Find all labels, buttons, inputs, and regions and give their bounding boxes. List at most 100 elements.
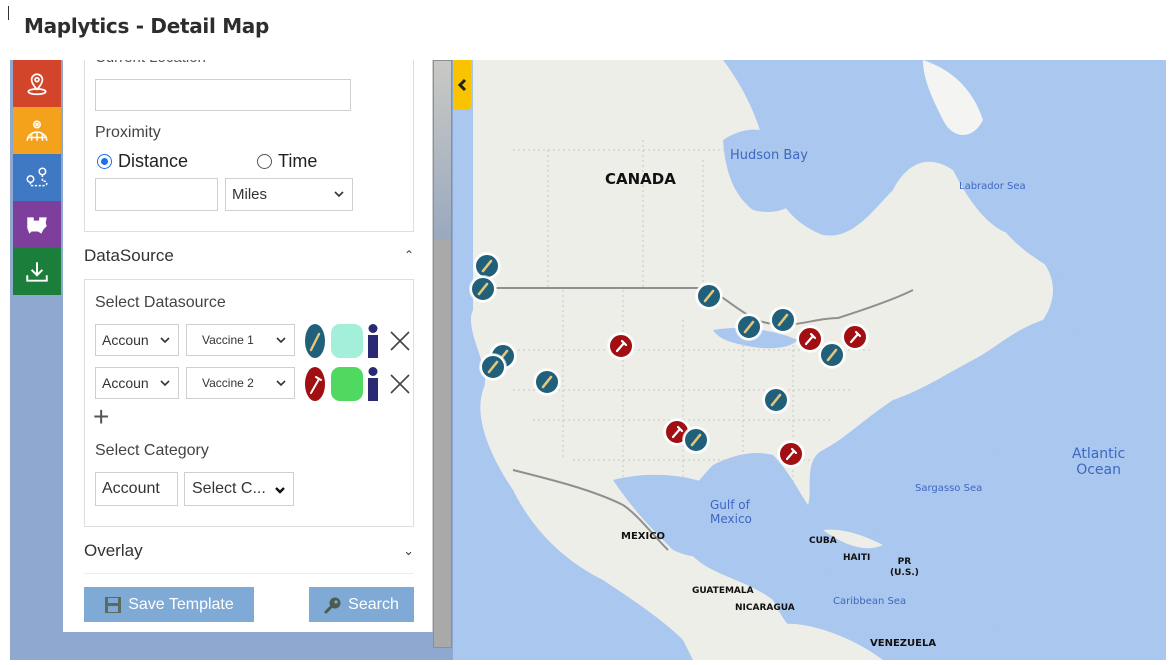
add-datasource-button[interactable]: + (93, 403, 109, 431)
chevron-down-icon (276, 380, 286, 387)
vaccine-pin-icon[interactable] (305, 324, 325, 358)
map-marker[interactable] (608, 333, 634, 359)
syringe-icon (804, 332, 817, 346)
rail-region-button[interactable] (13, 201, 61, 248)
close-icon[interactable] (389, 330, 411, 352)
vaccine-vial-icon (477, 282, 489, 296)
workspace: Current Location Proximity Distance Time… (10, 60, 1166, 660)
chevron-down-icon (160, 380, 170, 387)
map-marker[interactable] (842, 324, 868, 350)
search-button[interactable]: Search (309, 587, 414, 622)
vaccine-vial-icon (777, 313, 789, 327)
rail-territory-button[interactable] (13, 107, 61, 154)
side-panel: Current Location Proximity Distance Time… (63, 60, 433, 632)
view-select-value: Vaccine 2 (202, 376, 254, 390)
entity-select[interactable]: Accoun (95, 367, 179, 399)
select-datasource-label: Select Datasource (95, 294, 226, 311)
entity-select[interactable]: Accoun (95, 324, 179, 356)
label-nicaragua: NICARAGUA (735, 603, 795, 613)
map-canvas[interactable]: CANADA Hudson Bay Labrador Sea Atlantic … (453, 60, 1166, 660)
rail-proximity-button[interactable] (13, 60, 61, 107)
collapse-panel-button[interactable] (453, 60, 471, 110)
chevron-down-icon (160, 337, 170, 344)
overlay-header[interactable]: Overlay ⌄ (84, 541, 414, 561)
location-pin-icon (27, 72, 47, 95)
vaccine-vial-icon (703, 289, 715, 303)
map-marker[interactable] (696, 283, 722, 309)
map-marker[interactable] (770, 307, 796, 333)
overlay-title: Overlay (84, 541, 143, 560)
map-marker[interactable] (683, 427, 709, 453)
label-canada: CANADA (605, 170, 676, 188)
map-marker[interactable] (797, 326, 823, 352)
distance-radio[interactable]: Distance (97, 151, 188, 172)
map-marker[interactable] (763, 387, 789, 413)
map-marker[interactable] (736, 314, 762, 340)
map-marker[interactable] (534, 369, 560, 395)
view-select[interactable]: Vaccine 1 (186, 324, 295, 356)
map-marker[interactable] (470, 276, 496, 302)
category-entity-field[interactable]: Account (95, 472, 178, 506)
color-swatch[interactable] (331, 324, 363, 358)
datasource-header[interactable]: DataSource ⌃ (84, 246, 414, 266)
color-swatch[interactable] (331, 367, 363, 401)
label-ocean: Ocean (1076, 462, 1122, 478)
save-template-button[interactable]: Save Template (84, 587, 254, 622)
vaccine-vial-icon (770, 393, 782, 407)
label-caribbean-sea: Caribbean Sea (833, 596, 907, 607)
map-marker[interactable] (778, 441, 804, 467)
vaccine-vial-icon (690, 433, 702, 447)
map-marker[interactable] (819, 342, 845, 368)
unit-select-value: Miles (232, 186, 268, 203)
tool-rail (13, 60, 61, 296)
download-icon (26, 261, 48, 282)
select-category-label: Select Category (95, 442, 209, 459)
distance-input[interactable] (95, 178, 218, 211)
syringe-icon (615, 339, 628, 353)
proximity-section: Current Location Proximity Distance Time… (84, 60, 414, 232)
info-icon[interactable] (366, 367, 380, 401)
entity-select-value: Accoun (102, 375, 149, 391)
vaccine-vial-icon (826, 348, 838, 362)
label-gulf-of-mexico: Gulf of Mexico (710, 498, 752, 526)
label-guatemala: GUATEMALA (692, 586, 754, 596)
label-hudson-bay: Hudson Bay (730, 148, 808, 163)
save-icon (105, 596, 122, 613)
time-radio[interactable]: Time (257, 151, 317, 172)
syringe-pin-icon[interactable] (305, 367, 325, 401)
map-marker[interactable] (474, 253, 500, 279)
label-puerto-rico: PR (U.S.) (890, 557, 919, 579)
rail-download-button[interactable] (13, 248, 61, 295)
chevron-up-icon: ⌃ (403, 248, 414, 262)
divider (84, 573, 414, 574)
current-location-label: Current Location (95, 60, 206, 66)
panel-scrollbar[interactable] (433, 60, 452, 648)
label-atlantic-ocean: Atlantic Ocean (1072, 446, 1125, 478)
label-mexico-gulf: Mexico (710, 512, 752, 526)
entity-select-value: Accoun (102, 332, 149, 348)
us-map-icon (27, 216, 47, 234)
label-mexico: MEXICO (621, 531, 666, 542)
search-label: Search (348, 595, 399, 613)
info-icon[interactable] (366, 324, 380, 358)
chevron-down-icon (334, 191, 344, 198)
radio-selected-indicator (97, 154, 112, 169)
category-select[interactable]: Select C... (184, 472, 294, 506)
save-template-label: Save Template (128, 595, 234, 613)
rail-route-button[interactable] (13, 154, 61, 201)
app-header: Maplytics - Detail Map (0, 0, 1169, 60)
search-key-icon (324, 597, 341, 613)
view-select[interactable]: Vaccine 2 (186, 367, 295, 399)
close-icon[interactable] (389, 373, 411, 395)
unit-select[interactable]: Miles (225, 178, 353, 211)
vaccine-vial-icon (481, 259, 493, 273)
app-title: Maplytics - Detail Map (24, 14, 270, 38)
vaccine-vial-icon (487, 360, 499, 374)
label-us: (U.S.) (890, 568, 919, 578)
label-haiti: HAITI (843, 553, 871, 563)
label-labrador-sea: Labrador Sea (959, 181, 1026, 192)
map-marker[interactable] (480, 354, 506, 380)
category-entity-value: Account (102, 480, 160, 497)
current-location-input[interactable] (95, 79, 351, 111)
time-label: Time (278, 151, 318, 171)
